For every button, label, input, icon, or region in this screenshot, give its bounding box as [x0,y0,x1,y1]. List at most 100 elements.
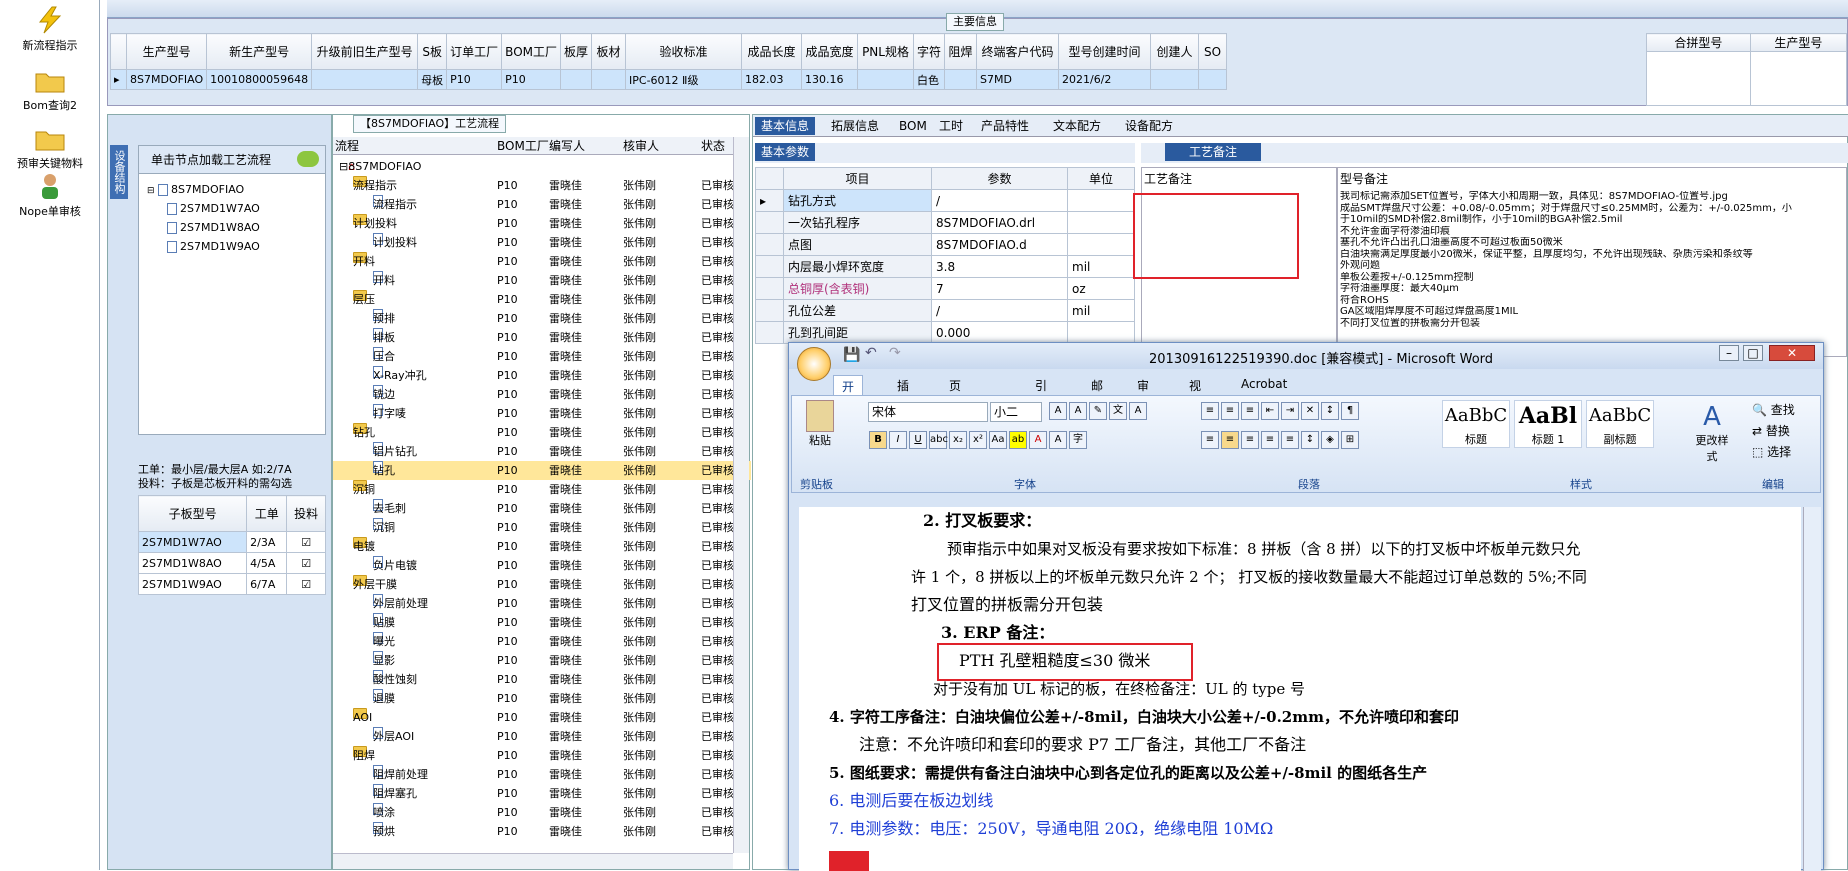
font-name-select[interactable]: 宋体 [868,402,988,422]
office-button[interactable] [797,347,831,381]
flow-row[interactable]: AOI P10 雷晓佳 张伟刚 已审核 [333,708,751,727]
font-color-icon[interactable]: A [1029,431,1047,449]
flow-row[interactable]: 铝片钻孔 P10 雷晓佳 张伟刚 已审核 [333,442,751,461]
flow-row[interactable]: 预排 P10 雷晓佳 张伟刚 已审核 [333,309,751,328]
shrink-font-icon[interactable]: A [1069,402,1087,420]
grow-font-icon[interactable]: A [1049,402,1067,420]
highlight-icon[interactable]: ab [1009,431,1027,449]
flow-row[interactable]: 钻孔 P10 雷晓佳 张伟刚 已审核 [333,461,751,480]
table-row[interactable]: 内层最小焊环宽度 3.8 mil [755,255,1135,278]
flow-row[interactable]: 流程指示 P10 雷晓佳 张伟刚 已审核 [333,195,751,214]
table-row[interactable]: 孔位公差 / mil [755,299,1135,322]
flow-row[interactable]: 计划投料 P10 雷晓佳 张伟刚 已审核 [333,214,751,233]
close-button[interactable]: ✕ [1769,345,1815,361]
flow-row[interactable]: 负片电镀 P10 雷晓佳 张伟刚 已审核 [333,556,751,575]
tab-1[interactable]: 拓展信息 [825,117,885,135]
align-left-icon[interactable]: ≡ [1201,431,1219,449]
table-row[interactable]: ▸ 8S7MDOFIAO 10010800059648 母板 P10 P10 IPC-601… [110,69,1228,90]
chinese-layout-icon[interactable]: ✕ [1301,402,1319,420]
bold-icon[interactable]: B [869,431,887,449]
flow-row[interactable]: 电镀 P10 雷晓佳 张伟刚 已审核 [333,537,751,556]
tab-craft-notes[interactable]: 工艺备注 [1165,143,1262,161]
flow-row[interactable]: 钻孔 P10 雷晓佳 张伟刚 已审核 [333,423,751,442]
sort-icon[interactable]: ↕ [1321,402,1339,420]
tab-3[interactable]: 工时 [933,117,969,135]
tree-item[interactable]: 2S7MD1W9AO [147,237,325,256]
align-right-icon[interactable]: ≡ [1241,431,1259,449]
flow-row[interactable]: X-Ray冲孔 P10 雷晓佳 张伟刚 已审核 [333,366,751,385]
table-row[interactable]: 一次钻孔程序 8S7MDOFIAO.drl [755,211,1135,234]
paste-button[interactable]: 粘贴 [800,400,840,460]
multilevel-icon[interactable]: ≡ [1241,402,1259,420]
tab-6[interactable]: 设备配方 [1119,117,1179,135]
tab-basic-params[interactable]: 基本参数 [755,143,816,161]
char-border-icon[interactable]: A [1129,402,1147,420]
select-button[interactable]: ⬚ 选择 [1752,442,1795,463]
increase-indent-icon[interactable]: ⇥ [1281,402,1299,420]
flow-row[interactable]: 曝光 P10 雷晓佳 张伟刚 已审核 [333,632,751,651]
flow-row[interactable]: 外层前处理 P10 雷晓佳 张伟刚 已审核 [333,594,751,613]
minimize-button[interactable]: – [1719,345,1739,361]
table-row[interactable]: 总铜厚(含表铜) 7 oz [755,277,1135,300]
flow-row[interactable]: 酸性蚀刻 P10 雷晓佳 张伟刚 已审核 [333,670,751,689]
style-0[interactable]: AaBbC 标题 [1442,400,1510,448]
char-shading-icon[interactable]: A [1049,431,1067,449]
tree-item[interactable]: 2S7MD1W8AO [147,218,325,237]
ribbon-tab-7[interactable]: Acrobat [1233,375,1295,393]
flow-row[interactable]: 贴膜 P10 雷晓佳 张伟刚 已审核 [333,613,751,632]
flow-row[interactable]: 开料 P10 雷晓佳 张伟刚 已审核 [333,252,751,271]
shading-icon[interactable]: ◈ [1321,431,1339,449]
table-row[interactable]: 2S7MD1W7AO 2/3A ☑ [137,531,326,553]
flow-row[interactable]: 排板 P10 雷晓佳 张伟刚 已审核 [333,328,751,347]
flow-row[interactable]: 计划投料 P10 雷晓佳 张伟刚 已审核 [333,233,751,252]
tree-item[interactable]: 2S7MD1W7AO [147,199,325,218]
flow-row[interactable]: 沉铜 P10 雷晓佳 张伟刚 已审核 [333,518,751,537]
enclose-char-icon[interactable]: 字 [1069,431,1087,449]
flow-root[interactable]: ⊟ ⌂ 8S7MDOFIAO [333,157,751,176]
style-1[interactable]: AaBl 标题 1 [1514,400,1582,448]
flow-row[interactable]: 显影 P10 雷晓佳 张伟刚 已审核 [333,651,751,670]
checkbox[interactable]: ☑ [286,552,326,574]
justify-icon[interactable]: ≡ [1261,431,1279,449]
clear-format-icon[interactable]: ✎ [1089,402,1107,420]
font-size-select[interactable]: 小二 [990,402,1042,422]
nav-nope-review-button[interactable]: Nope单审核 [0,172,100,219]
line-spacing-icon[interactable]: ↕ [1301,431,1319,449]
nav-bom-query-button[interactable]: Bom查询2 [0,66,100,113]
load-flow-button[interactable]: 单击节点加载工艺流程 [139,146,325,174]
table-row[interactable]: 2S7MD1W9AO 6/7A ☑ [137,573,326,595]
tab-5[interactable]: 文本配方 [1047,117,1107,135]
flow-row[interactable]: 压合 P10 雷晓佳 张伟刚 已审核 [333,347,751,366]
distribute-icon[interactable]: ≡ [1281,431,1299,449]
replace-button[interactable]: ⇄ 替换 [1752,421,1795,442]
flow-row[interactable]: 开料 P10 雷晓佳 张伟刚 已审核 [333,271,751,290]
flow-row[interactable]: 流程指示 P10 雷晓佳 张伟刚 已审核 [333,176,751,195]
flow-row[interactable]: 外层AOI P10 雷晓佳 张伟刚 已审核 [333,727,751,746]
document-page[interactable]: 2. 打叉板要求： 预审指示中如果对叉板没有要求按如下标准：8 拼板（含 8 拼）… [799,507,1801,871]
find-button[interactable]: 🔍 查找 [1752,400,1795,421]
flow-hscrollbar[interactable] [333,853,733,869]
flow-row[interactable]: 喷涂 P10 雷晓佳 张伟刚 已审核 [333,803,751,822]
save-icon[interactable]: 💾 [843,347,860,363]
strike-icon[interactable]: abc [929,431,948,449]
flow-row[interactable]: 预烘 P10 雷晓佳 张伟刚 已审核 [333,822,751,841]
table-row[interactable]: 2S7MD1W8AO 4/5A ☑ [137,552,326,574]
flow-row[interactable]: 层压 P10 雷晓佳 张伟刚 已审核 [333,290,751,309]
bullets-icon[interactable]: ≡ [1201,402,1219,420]
border-icon[interactable]: ⊞ [1341,431,1359,449]
align-center-icon[interactable]: ≡ [1221,431,1239,449]
flow-row[interactable]: 外层干膜 P10 雷晓佳 张伟刚 已审核 [333,575,751,594]
italic-icon[interactable]: I [889,431,907,449]
flow-row[interactable]: 阻焊 P10 雷晓佳 张伟刚 已审核 [333,746,751,765]
undo-icon[interactable]: ↶ [865,345,877,361]
flow-row[interactable]: 沉铜 P10 雷晓佳 张伟刚 已审核 [333,480,751,499]
tab-structure[interactable]: 设备结构 [110,145,128,199]
flow-row[interactable]: 阻焊前处理 P10 雷晓佳 张伟刚 已审核 [333,765,751,784]
superscript-icon[interactable]: x² [969,431,987,449]
show-marks-icon[interactable]: ¶ [1341,402,1359,420]
decrease-indent-icon[interactable]: ⇤ [1261,402,1279,420]
table-row[interactable]: 孔到孔间距 0.000 [755,321,1135,344]
underline-icon[interactable]: U [909,431,927,449]
numbering-icon[interactable]: ≡ [1221,402,1239,420]
flow-scrollbar[interactable] [733,137,749,853]
